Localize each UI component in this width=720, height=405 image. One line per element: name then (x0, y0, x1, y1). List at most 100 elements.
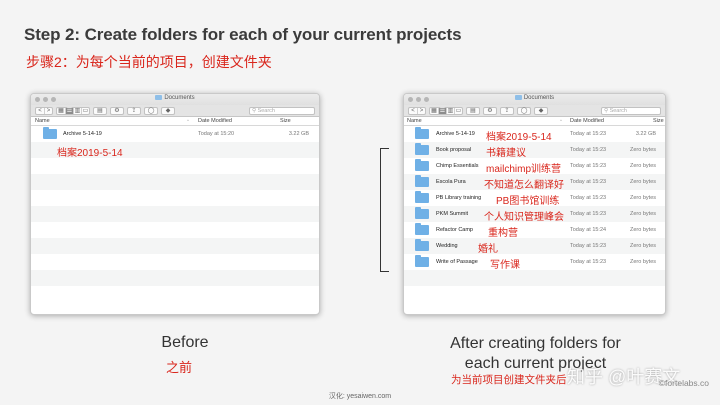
finder-toolbar: < > ▦ ☰ ▥ ▭ ▤ ⚙ ⇪ ◯ ◆ ⚲ Search (404, 105, 665, 117)
folder-icon (415, 159, 429, 171)
folder-icon (415, 143, 429, 155)
file-size: Zero bytes (630, 227, 656, 233)
annotation-cn: PB图书馆训练 (496, 196, 560, 207)
file-row-pb-library-training[interactable]: PB Library training PB图书馆训练 Today at 15:… (404, 190, 665, 207)
list-view-icon[interactable]: ☰ (438, 107, 446, 114)
credit-text: ©fortelabs.co (658, 378, 709, 388)
action-gear-icon[interactable]: ⚙ (110, 106, 124, 115)
file-name: Archive 5-14-19 (63, 131, 102, 137)
nav-buttons: < > (35, 106, 53, 115)
window-title: Documents (404, 95, 665, 101)
annotation-cn: 重构营 (488, 228, 518, 239)
empty-row (31, 222, 319, 238)
file-size: Zero bytes (630, 179, 656, 185)
empty-row (31, 286, 319, 302)
group-by-icon[interactable]: ▤ (93, 106, 107, 115)
back-button[interactable]: < (36, 108, 44, 114)
file-size: 3.22 GB (635, 131, 656, 137)
list-view-icon[interactable]: ☰ (65, 107, 73, 114)
file-name: Wedding (436, 243, 458, 249)
annotation-cn: mailchimp训练营 (486, 164, 562, 175)
file-row-chimp-essentials[interactable]: Chimp Essentials mailchimp训练营 Today at 1… (404, 158, 665, 175)
annotation-cn: 婚礼 (478, 244, 498, 255)
forward-button[interactable]: > (417, 107, 425, 114)
action-gear-icon[interactable]: ⚙ (483, 106, 497, 115)
window-title-text: Documents (164, 95, 195, 101)
file-date: Today at 15:24 (570, 227, 607, 233)
gallery-view-icon[interactable]: ▭ (454, 107, 462, 114)
translator-credit: 汉化: yesaiwen.com (328, 393, 392, 400)
column-size-header[interactable]: Size (653, 118, 664, 124)
file-row-archive[interactable]: Archive 5-14-19 Today at 15:20 3.22 GB (31, 126, 319, 142)
annotation-archive-cn: 档案2019-5-14 (57, 148, 123, 159)
folder-icon (415, 175, 429, 187)
file-date: Today at 15:23 (570, 147, 607, 153)
column-size-header[interactable]: Size (280, 118, 291, 124)
file-size: Zero bytes (630, 147, 656, 153)
file-size: Zero bytes (630, 243, 656, 249)
file-date: Today at 15:20 (198, 131, 235, 137)
column-name-header[interactable]: Name (407, 118, 422, 124)
window-title-text: Documents (523, 95, 555, 101)
window-titlebar: Documents (31, 94, 319, 105)
empty-row (404, 270, 665, 286)
caption-after-cn: 为当前项目创建文件夹后 (451, 374, 567, 386)
search-field[interactable]: ⚲ Search (601, 107, 661, 115)
folder-icon (415, 127, 429, 139)
forward-button[interactable]: > (44, 107, 52, 114)
file-row-wedding[interactable]: Wedding 婚礼 Today at 15:23 Zero bytes (404, 238, 665, 255)
finder-window-after: Documents < > ▦ ☰ ▥ ▭ ▤ ⚙ ⇪ ◯ ◆ ⚲ Search… (403, 93, 666, 315)
column-date-header[interactable]: Date Modified (198, 118, 232, 124)
dropbox-icon[interactable]: ◆ (161, 106, 175, 115)
dropbox-icon[interactable]: ◆ (534, 106, 548, 115)
file-row-write-of-passage[interactable]: Write of Passage 写作课 Today at 15:23 Zero… (404, 254, 665, 271)
annotation-cn: 不知道怎么翻译好 (484, 180, 564, 191)
file-name: PB Library training (436, 195, 482, 201)
caption-before-cn: 之前 (166, 360, 193, 375)
file-date: Today at 15:23 (570, 163, 607, 169)
file-date: Today at 15:23 (570, 211, 607, 217)
file-date: Today at 15:23 (570, 131, 607, 137)
folder-icon (415, 255, 429, 267)
view-mode-buttons: ▦ ☰ ▥ ▭ (56, 106, 90, 115)
file-row-escola-pura[interactable]: Escola Pura 不知道怎么翻译好 Today at 15:23 Zero… (404, 174, 665, 191)
folder-icon (415, 207, 429, 219)
file-size: Zero bytes (630, 211, 656, 217)
file-size: Zero bytes (630, 195, 656, 201)
column-date-header[interactable]: Date Modified (570, 118, 604, 124)
group-by-icon[interactable]: ▤ (466, 106, 480, 115)
caption-before: Before (161, 334, 209, 351)
slide-subtitle-cn: 步骤2：为每个当前的项目，创建文件夹 (26, 54, 272, 70)
sort-arrow-icon: ^ (187, 118, 189, 123)
file-row-book-proposal[interactable]: Book proposal 书籍建议 Today at 15:23 Zero b… (404, 142, 665, 159)
file-row-refactor-camp[interactable]: Refactor Camp 重构营 Today at 15:24 Zero by… (404, 222, 665, 239)
tag-icon[interactable]: ◯ (144, 106, 158, 115)
search-field[interactable]: ⚲ Search (249, 107, 315, 115)
icon-view-icon[interactable]: ▦ (57, 108, 65, 114)
column-view-icon[interactable]: ▥ (446, 107, 454, 114)
empty-row (31, 174, 319, 190)
file-date: Today at 15:23 (570, 243, 607, 249)
window-titlebar: Documents (404, 94, 665, 105)
icon-view-icon[interactable]: ▦ (430, 108, 438, 114)
grouping-bracket (380, 148, 389, 272)
sort-arrow-icon: ^ (560, 118, 562, 123)
gallery-view-icon[interactable]: ▭ (81, 107, 89, 114)
share-icon[interactable]: ⇪ (127, 106, 141, 115)
empty-row (31, 158, 319, 174)
tag-icon[interactable]: ◯ (517, 106, 531, 115)
share-icon[interactable]: ⇪ (500, 106, 514, 115)
folder-icon (514, 95, 522, 100)
file-list: Archive 5-14-19 档案2019-5-14 Today at 15:… (404, 126, 665, 302)
file-row-pkm-summit[interactable]: PKM Summit 个人知识管理峰会 Today at 15:23 Zero … (404, 206, 665, 223)
annotation-cn: 档案2019-5-14 (486, 132, 552, 143)
file-row-archive[interactable]: Archive 5-14-19 档案2019-5-14 Today at 15:… (404, 126, 665, 143)
file-size: Zero bytes (630, 163, 656, 169)
file-name: PKM Summit (436, 211, 469, 217)
column-name-header[interactable]: Name (35, 118, 50, 124)
search-placeholder: Search (257, 108, 275, 114)
window-title: Documents (31, 95, 319, 101)
back-button[interactable]: < (409, 108, 417, 114)
search-placeholder: Search (609, 108, 627, 114)
column-view-icon[interactable]: ▥ (73, 107, 81, 114)
